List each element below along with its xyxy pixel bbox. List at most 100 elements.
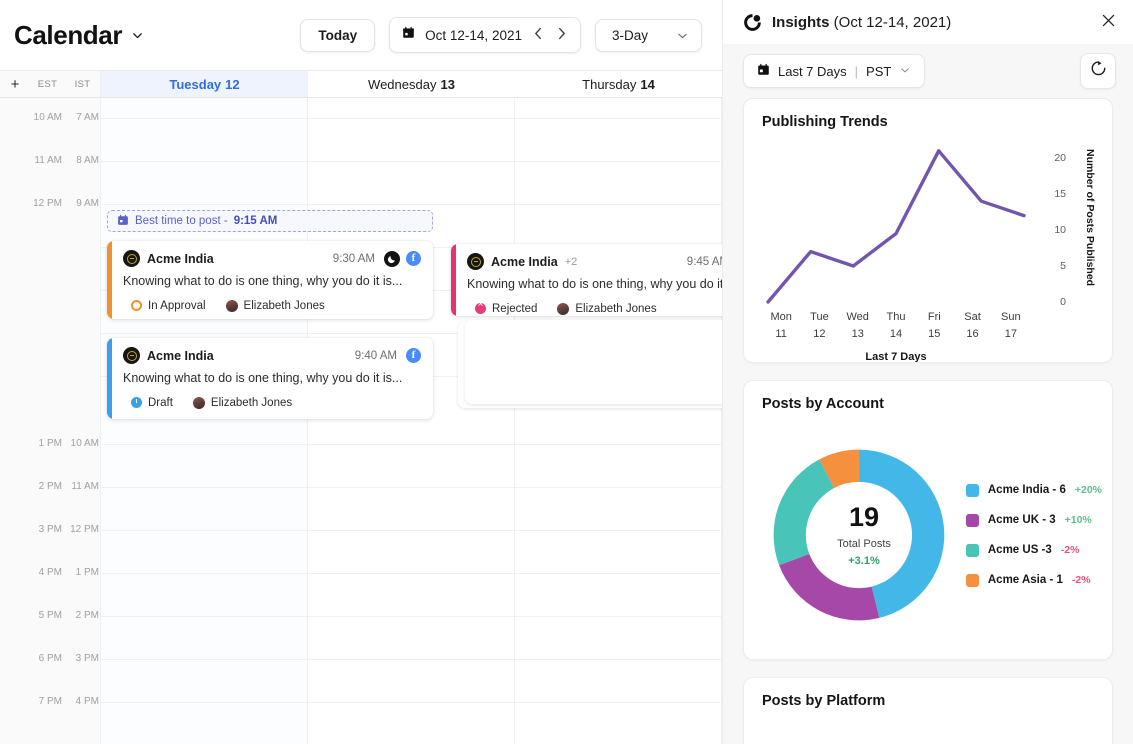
- day-header-name: Thursday: [582, 77, 636, 92]
- day-columns: [101, 98, 722, 744]
- x-tick: Sun17: [992, 311, 1030, 340]
- author-name: Elizabeth Jones: [575, 303, 656, 315]
- avatar: [557, 303, 569, 315]
- event-card[interactable]: Acme India 9:30 AM f Knowing what to do …: [107, 241, 433, 319]
- date-range-label: Oct 12-14, 2021: [425, 28, 522, 43]
- day-header-wednesday[interactable]: Wednesday 13: [308, 71, 515, 97]
- event-time: 9:45 AM: [687, 256, 722, 268]
- event-icons: f: [406, 348, 421, 363]
- posts-by-platform-card: Posts by Platform: [743, 677, 1113, 744]
- event-account-overflow: +2: [565, 256, 578, 268]
- status-dot-icon: [475, 303, 486, 314]
- best-time-to-post-chip[interactable]: Best time to post - 9:15 AM: [107, 210, 433, 232]
- legend-item[interactable]: Acme India - 6 +20%: [966, 484, 1102, 497]
- calendar-day-header: + EST IST Tuesday 12 Wednesday 13 Thursd…: [0, 70, 722, 98]
- app-root: Calendar Today Oct 12-14, 2021: [0, 0, 1133, 744]
- timezone-label-ist: IST: [65, 79, 100, 90]
- time-row: 10 AM7 AM: [0, 112, 101, 155]
- legend-item[interactable]: Acme UK - 3 +10%: [966, 514, 1102, 527]
- x-tick: Fri15: [915, 311, 953, 340]
- calendar-pane: Calendar Today Oct 12-14, 2021: [0, 0, 722, 744]
- x-axis-ticks: Mon11 Tue12 Wed13 Thu14 Fri15 Sat16 Sun1…: [762, 311, 1030, 340]
- time-label-est: 7 PM: [0, 696, 62, 707]
- chevron-right-icon[interactable]: [555, 27, 568, 43]
- status-label: Rejected: [492, 303, 537, 315]
- separator: |: [855, 64, 858, 79]
- day-column-wednesday[interactable]: [308, 98, 515, 744]
- best-time-label: Best time to post -: [135, 215, 228, 227]
- x-tick: Mon11: [762, 311, 800, 340]
- today-button[interactable]: Today: [300, 19, 375, 52]
- status-badge: In Approval: [131, 300, 206, 312]
- time-label-est: 2 PM: [0, 481, 62, 492]
- chevron-down-icon[interactable]: [676, 29, 689, 42]
- day-column-tuesday[interactable]: [101, 98, 308, 744]
- calendar-icon: [402, 26, 415, 44]
- y-tick-label: 5: [1060, 260, 1066, 272]
- card-title: Posts by Platform: [744, 678, 1112, 722]
- event-account-name: Acme India: [147, 252, 214, 266]
- share-button[interactable]: [1080, 53, 1116, 89]
- time-row: 4 PM1 PM: [0, 567, 101, 610]
- x-tick-sublabel: 17: [992, 328, 1030, 340]
- time-label-ist: 9 AM: [62, 198, 99, 209]
- time-gutter: 10 AM7 AM 11 AM8 AM 12 PM9 AM 1 PM10 AM …: [0, 98, 101, 744]
- time-label-est: 5 PM: [0, 610, 62, 621]
- x-tick-label: Tue: [810, 311, 829, 323]
- day-column-thursday[interactable]: [515, 98, 722, 744]
- date-range-label: Last 7 Days: [778, 64, 847, 79]
- time-label-ist: 4 PM: [62, 696, 99, 707]
- avatar: [123, 250, 140, 267]
- calendar-title-dropdown[interactable]: Calendar: [14, 20, 144, 51]
- event-accent-bar: [107, 241, 112, 319]
- line-chart-svg: [762, 149, 1030, 311]
- day-header-thursday[interactable]: Thursday 14: [515, 71, 722, 97]
- x-tick: Sat16: [953, 311, 991, 340]
- legend-swatch: [966, 514, 979, 527]
- chevron-down-icon[interactable]: [131, 29, 144, 42]
- x-tick-label: Wed: [846, 311, 868, 323]
- close-icon[interactable]: [1101, 13, 1116, 32]
- donut-slice[interactable]: [779, 554, 879, 621]
- legend-label: Acme US -3: [988, 544, 1052, 556]
- publishing-trends-card: Publishing Trends 20 15 10 5 0 Number of…: [743, 98, 1113, 363]
- date-range-select[interactable]: Last 7 Days | PST: [743, 54, 925, 88]
- event-text: Knowing what to do is one thing, why you…: [123, 371, 421, 387]
- insights-title-range: (Oct 12-14, 2021): [830, 14, 952, 31]
- donut-slice[interactable]: [774, 459, 835, 565]
- event-time: 9:40 AM: [355, 350, 397, 362]
- x-tick-label: Fri: [928, 311, 941, 323]
- legend-delta: +10%: [1065, 514, 1092, 526]
- calendar-grid[interactable]: 10 AM7 AM 11 AM8 AM 12 PM9 AM 1 PM10 AM …: [0, 98, 722, 744]
- view-mode-select[interactable]: 3-Day: [595, 19, 702, 52]
- donut-chart[interactable]: 19 Total Posts +3.1% Acme India - 6 +20%…: [744, 425, 1112, 659]
- time-label-est: 3 PM: [0, 524, 62, 535]
- status-dot-icon: [131, 397, 142, 408]
- event-author: Elizabeth Jones: [226, 300, 325, 312]
- legend-swatch: [966, 544, 979, 557]
- legend-item[interactable]: Acme US -3 -2%: [966, 544, 1102, 557]
- time-label-ist: 2 PM: [62, 610, 99, 621]
- day-header-tuesday[interactable]: Tuesday 12: [101, 71, 308, 97]
- view-mode-label: 3-Day: [612, 28, 648, 43]
- card-title: Publishing Trends: [744, 99, 1112, 143]
- event-card[interactable]: Acme India +2 9:45 AM Knowing what to do…: [451, 244, 722, 316]
- event-card[interactable]: Acme India 9:40 AM f Knowing what to do …: [107, 338, 433, 419]
- line-chart[interactable]: 20 15 10 5 0 Number of Posts Published M…: [744, 143, 1112, 362]
- plus-icon[interactable]: +: [0, 77, 30, 92]
- x-axis-title: Last 7 Days: [762, 351, 1030, 363]
- calendar-controls: Today Oct 12-14, 2021 3-Day: [300, 17, 708, 53]
- x-tick-sublabel: 13: [839, 328, 877, 340]
- x-tick-sublabel: 14: [877, 328, 915, 340]
- time-label-est: 10 AM: [0, 112, 62, 123]
- event-author: Elizabeth Jones: [193, 397, 292, 409]
- x-tick-label: Mon: [770, 311, 791, 323]
- legend-label: Acme UK - 3: [988, 514, 1056, 526]
- event-text: Knowing what to do is one thing, why you…: [123, 274, 421, 290]
- legend-delta: -2%: [1072, 574, 1091, 586]
- legend-swatch: [966, 484, 979, 497]
- legend-item[interactable]: Acme Asia - 1 -2%: [966, 574, 1102, 587]
- chevron-down-icon[interactable]: [899, 64, 911, 79]
- chevron-left-icon[interactable]: [532, 27, 545, 43]
- date-range-nav: Oct 12-14, 2021: [389, 17, 581, 53]
